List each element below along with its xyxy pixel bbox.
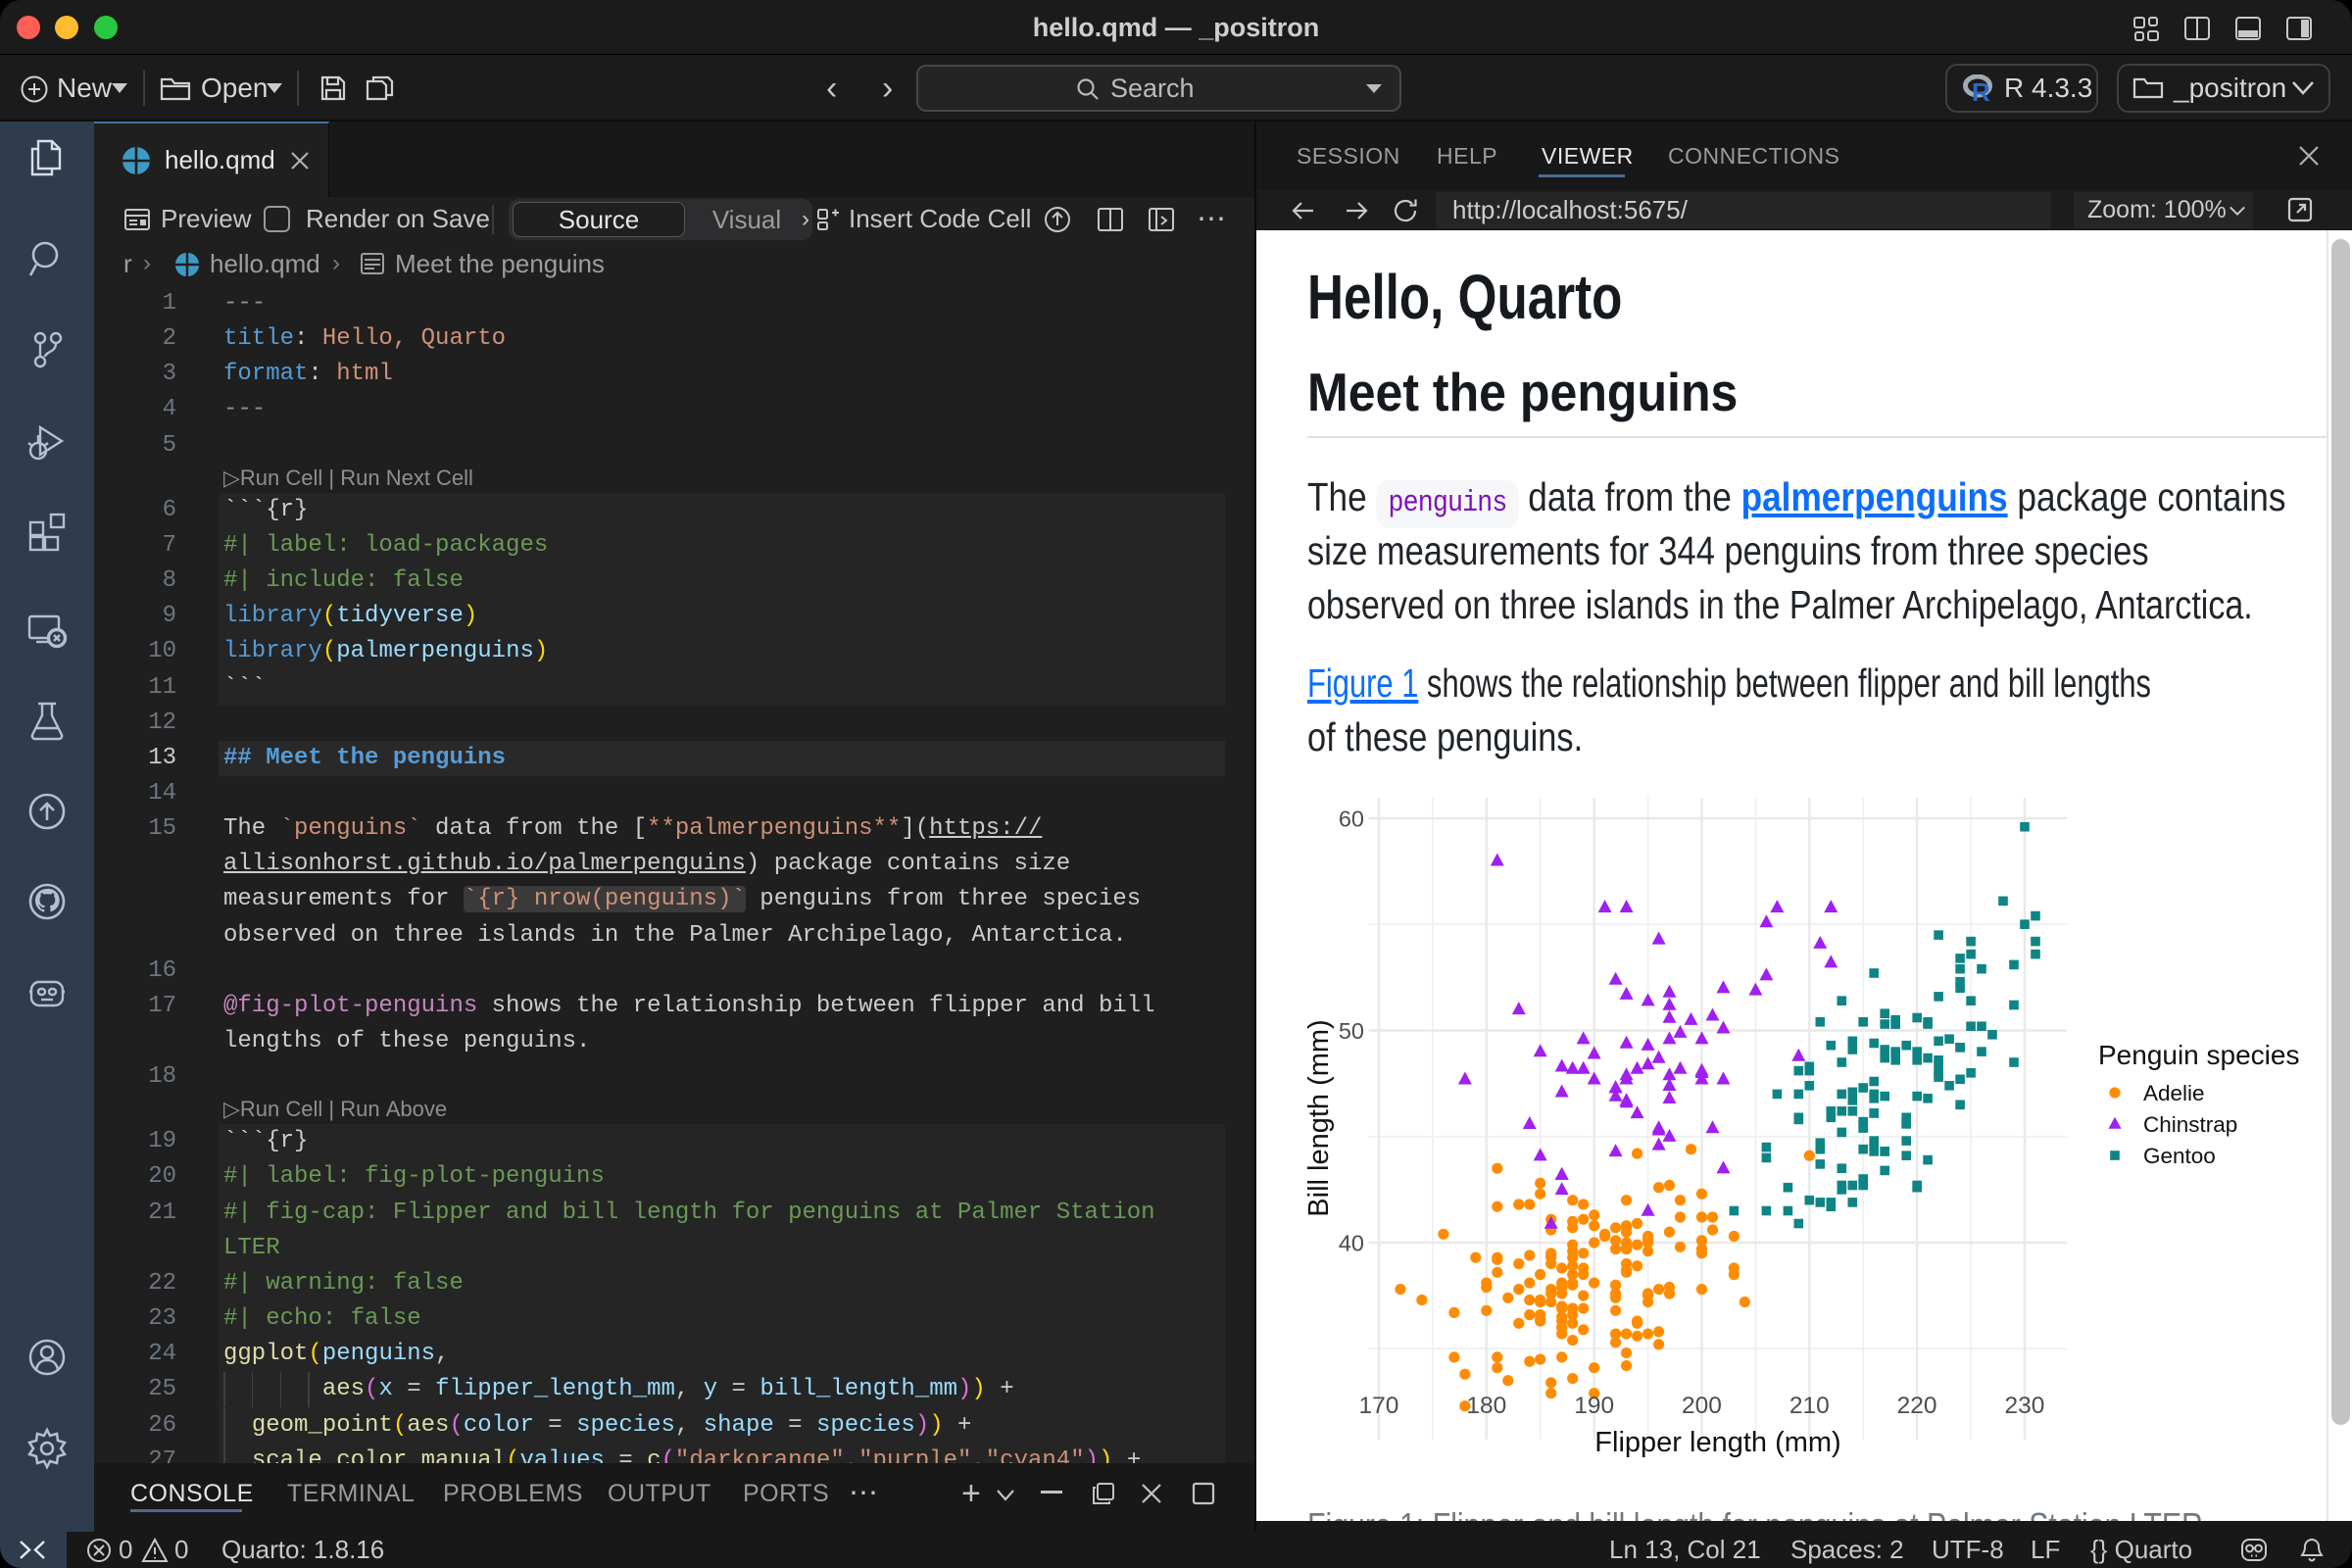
svg-text:190: 190 bbox=[1574, 1393, 1614, 1419]
svg-text:Chinstrap: Chinstrap bbox=[2143, 1112, 2237, 1137]
svg-text:40: 40 bbox=[1339, 1231, 1364, 1256]
svg-text:180: 180 bbox=[1466, 1393, 1506, 1419]
svg-text:170: 170 bbox=[1359, 1393, 1399, 1419]
svg-text:Adelie: Adelie bbox=[2143, 1081, 2205, 1105]
svg-text:50: 50 bbox=[1339, 1018, 1364, 1044]
svg-text:230: 230 bbox=[2005, 1393, 2045, 1419]
svg-text:R: R bbox=[1972, 77, 1990, 102]
svg-text:60: 60 bbox=[1339, 807, 1364, 832]
svg-text:Bill length (mm): Bill length (mm) bbox=[1303, 1019, 1335, 1216]
svg-text:200: 200 bbox=[1682, 1393, 1722, 1419]
svg-text:Penguin species: Penguin species bbox=[2098, 1040, 2299, 1070]
svg-text:Gentoo: Gentoo bbox=[2143, 1144, 2216, 1168]
svg-text:210: 210 bbox=[1789, 1393, 1830, 1419]
svg-text:Flipper length (mm): Flipper length (mm) bbox=[1594, 1427, 1840, 1458]
svg-text:220: 220 bbox=[1897, 1393, 1937, 1419]
